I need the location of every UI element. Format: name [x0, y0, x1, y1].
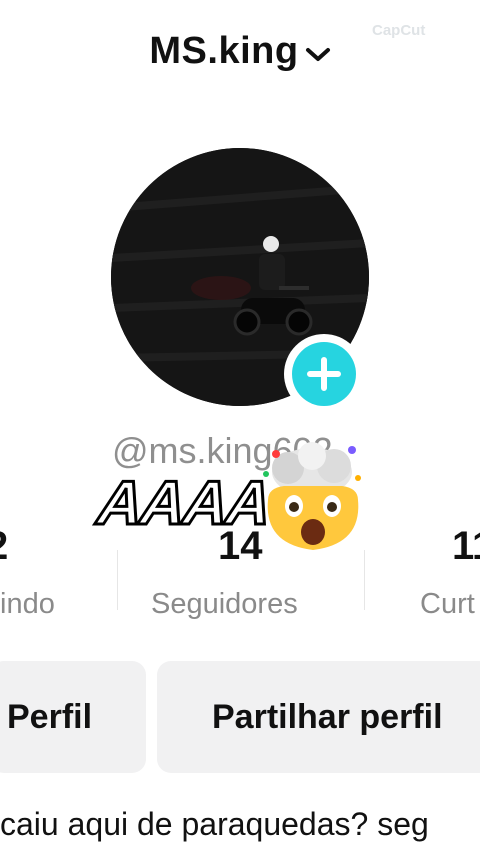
profile-bio: caiu aqui de paraquedas? seg	[0, 806, 429, 842]
stats-divider	[117, 550, 118, 610]
share-profile-button[interactable]: Partilhar perfil	[157, 661, 480, 773]
watermark-text: CapCut	[372, 22, 426, 39]
following-count: 2	[0, 524, 86, 569]
likes-count[interactable]: 11	[452, 524, 480, 569]
followers-label[interactable]: Seguidores	[151, 588, 298, 621]
likes-label[interactable]: Curt	[420, 588, 475, 621]
text-sticker: AAAA	[93, 468, 274, 540]
add-story-button[interactable]	[284, 334, 364, 414]
username-label: MS.king	[149, 30, 299, 72]
exploding-head-icon	[254, 440, 372, 556]
capcut-watermark: CapCut	[372, 22, 425, 39]
stat-following[interactable]: 2	[0, 524, 86, 569]
plus-icon	[292, 342, 356, 406]
edit-profile-label: Perfil	[7, 697, 93, 736]
edit-profile-button[interactable]: Perfil	[0, 661, 146, 773]
following-label: indo	[0, 588, 55, 620]
share-profile-label: Partilhar perfil	[212, 697, 443, 736]
chevron-down-icon[interactable]	[305, 31, 331, 74]
stats-divider	[364, 550, 365, 610]
